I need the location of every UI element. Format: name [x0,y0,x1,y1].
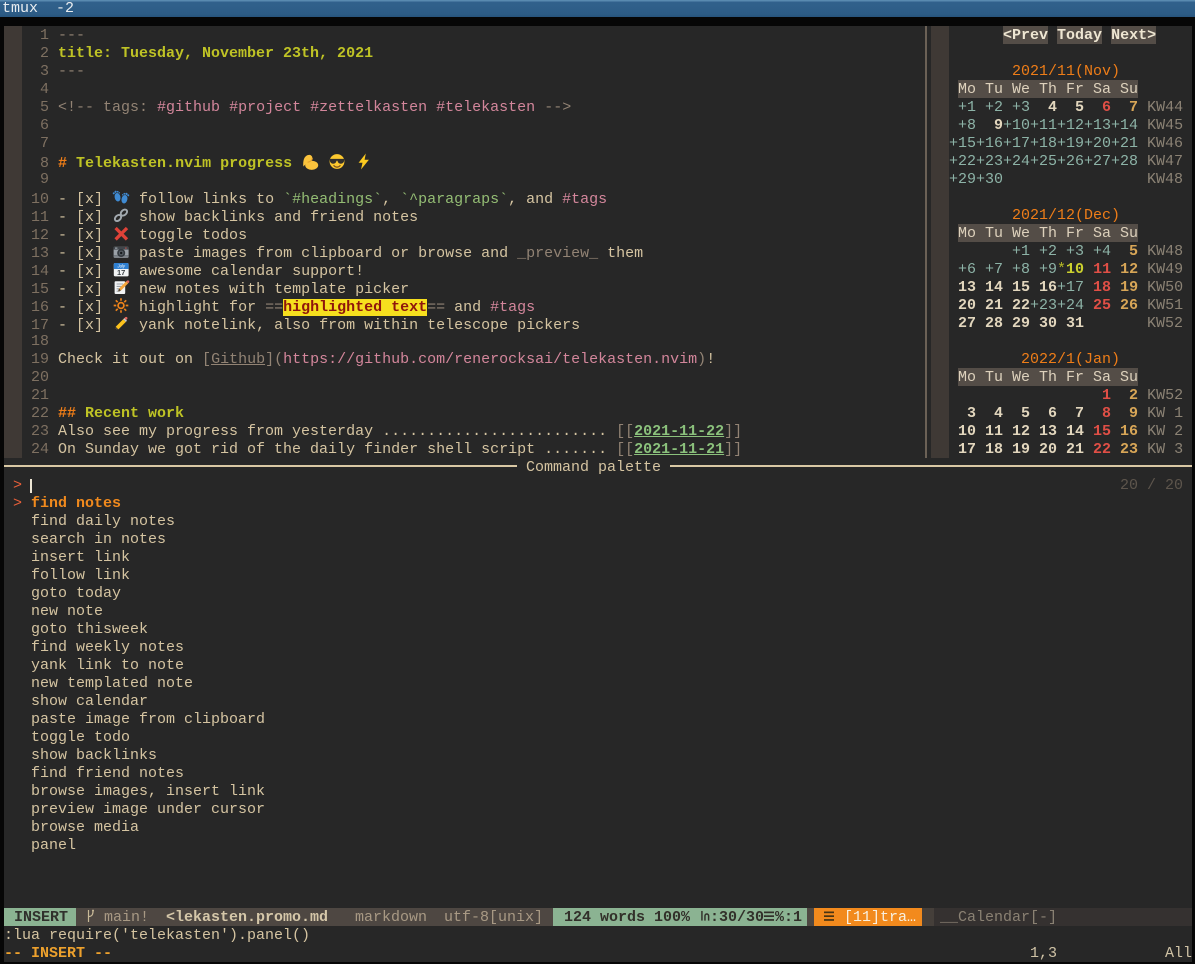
svg-text:17: 17 [117,268,125,277]
